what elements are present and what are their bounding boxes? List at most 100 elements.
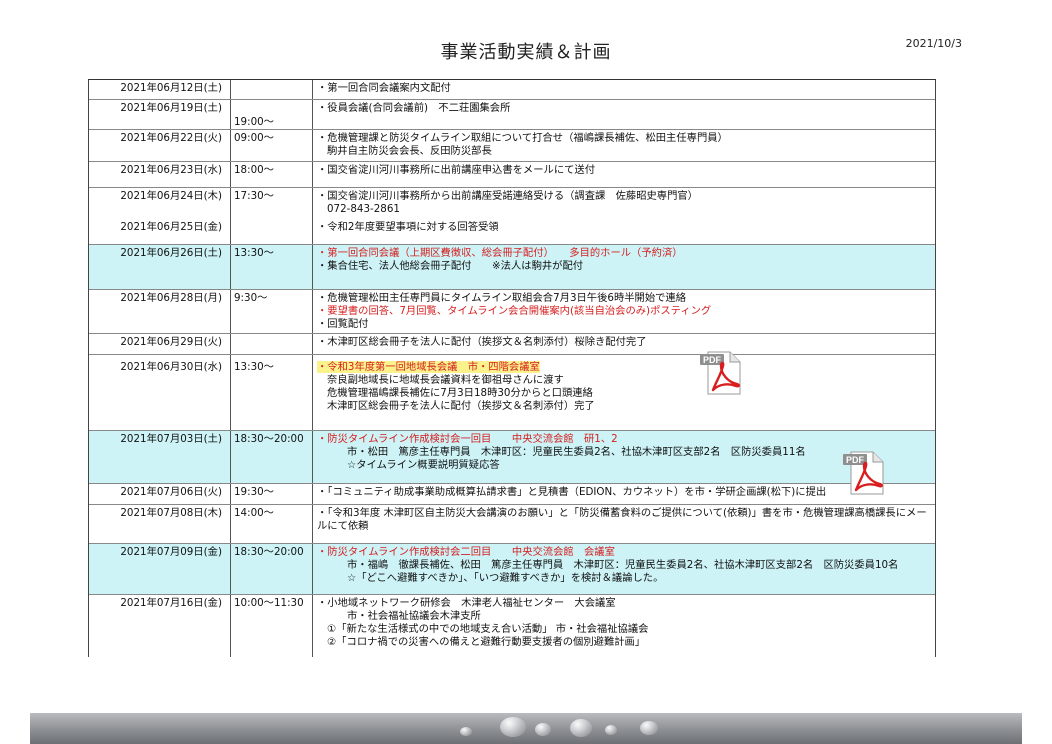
row-date: 2021年07月16日(金) — [89, 595, 231, 657]
row-line: ・「令和3年度 木津町区自主防災大会講演のお願い」と「防災備蓄食料のご提供につい… — [317, 507, 927, 532]
row-content: ・国交省淀川河川事務所から出前講座受諾連絡受ける（調査課 佐藤昭史専門官） 07… — [313, 188, 935, 219]
document-page: 事業活動実績＆計画 2021/10/3 2021年06月12日(土) ・第一回合… — [0, 0, 1052, 744]
pdf-file-icon[interactable]: PDF — [700, 350, 742, 396]
row-line: 市・松田 篤彦主任専門員 木津町区：児童民生委員2名、社協木津町区支部2名 区防… — [347, 446, 806, 458]
row-time: 09:00～ — [231, 130, 313, 161]
row-date: 2021年06月28日(月) — [89, 290, 231, 333]
row-date: 2021年07月06日(火) — [89, 484, 231, 504]
schedule-row: 2021年07月16日(金) 10:00～11:30 ・小地域ネットワーク研修会… — [89, 595, 935, 657]
schedule-row: 2021年06月26日(土) 13:30～ ・第一回合同会議（上期区費徴収、総会… — [89, 245, 935, 290]
schedule-row: 2021年07月06日(火) 19:30～ ・「コミュニティ助成事業助成概算払請… — [89, 484, 935, 505]
row-content: ・国交省淀川河川事務所に出前講座申込書をメールにて送付 — [313, 162, 935, 187]
decorative-bottom-band — [30, 713, 1022, 744]
row-time: 13:30～ — [231, 245, 313, 289]
row-date: 2021年06月26日(土) — [89, 245, 231, 289]
row-line: ①「新たな生活様式の中での地域支え合い活動」 市・社会福祉協議会 — [327, 623, 649, 635]
row-line: ・第一回合同会議案内文配付 — [317, 82, 451, 94]
row-line: ・危機管理松田主任専門員にタイムライン取組会合7月3日午後6時半開始で連絡 — [317, 292, 687, 304]
row-content: ・「コミュニティ助成事業助成概算払請求書」と見積書（EDION、カウネット）を市… — [313, 484, 935, 504]
row-line: 市・福嶋 徹課長補佐、松田 篤彦主任専門員 木津町区：児童民生委員2名、社協木津… — [347, 559, 899, 571]
row-line: ・危機管理課と防災タイムライン取組について打合せ（福嶋課長補佐、松田主任専門員） — [317, 132, 728, 144]
schedule-row: 2021年06月22日(火) 09:00～ ・危機管理課と防災タイムライン取組に… — [89, 130, 935, 162]
row-line: ・「コミュニティ助成事業助成概算払請求書」と見積書（EDION、カウネット）を市… — [317, 486, 827, 498]
row-line: 危機管理福嶋課長補佐に7月3日18時30分からと口頭連絡 — [327, 387, 593, 399]
row-content: ・役員会議(合同会議前) 不二荘園集会所 — [313, 100, 935, 129]
row-date: 2021年06月12日(土) — [89, 80, 231, 99]
pdf-label: PDF — [703, 355, 722, 365]
row-line: ・国交省淀川河川事務所から出前講座受諾連絡受ける（調査課 佐藤昭史専門官） — [317, 190, 698, 202]
schedule-table: 2021年06月12日(土) ・第一回合同会議案内文配付 2021年06月19日… — [88, 79, 936, 657]
row-time — [231, 334, 313, 354]
row-content: ・危機管理課と防災タイムライン取組について打合せ（福嶋課長補佐、松田主任専門員）… — [313, 130, 935, 161]
row-line: ☆「どこへ避難すべきか」、「いつ避難すべきか」を検討＆議論した。 — [347, 572, 664, 584]
row-date: 2021年07月08日(木) — [89, 505, 231, 543]
row-content: ・「令和3年度 木津町区自主防災大会講演のお願い」と「防災備蓄食料のご提供につい… — [313, 505, 935, 543]
schedule-row: 2021年06月23日(水) 18:00～ ・国交省淀川河川事務所に出前講座申込… — [89, 162, 935, 188]
schedule-row: 2021年06月12日(土) ・第一回合同会議案内文配付 — [89, 80, 935, 100]
row-content: ・第一回合同会議案内文配付 — [313, 80, 935, 99]
row-time — [231, 80, 313, 99]
row-time: 18:30～20:00 — [231, 544, 313, 594]
row-line: 奈良副地域長に地域長会議資料を御祖母さんに渡す — [327, 374, 564, 386]
row-time: 18:00～ — [231, 162, 313, 187]
row-date: 2021年07月03日(土) — [89, 431, 231, 483]
page-title: 事業活動実績＆計画 — [440, 42, 612, 63]
schedule-row: 2021年06月28日(月) 9:30～ ・危機管理松田主任専門員にタイムライン… — [89, 290, 935, 334]
row-content: ・防災タイムライン作成検討会二回目 中央交流会館 会議室 市・福嶋 徹課長補佐、… — [313, 544, 935, 594]
row-line: 市・社会福祉協議会木津支所 — [347, 610, 481, 622]
row-time — [231, 219, 313, 244]
highlighted-text: ・令和3年度第一回地域長会議 市・四階会議室 — [317, 361, 540, 373]
water-drop-decoration — [640, 721, 658, 735]
row-line: 木津町区総会冊子を法人に配付（挨拶文＆名刺添付）完了 — [327, 400, 595, 412]
row-line: ・木津町区総会冊子を法人に配付（挨拶文＆名刺添付）桜除き配付完了 — [317, 336, 647, 348]
schedule-row: 2021年06月29日(火) ・木津町区総会冊子を法人に配付（挨拶文＆名刺添付）… — [89, 334, 935, 355]
water-drop-decoration — [500, 717, 526, 737]
water-drop-decoration — [535, 723, 551, 736]
row-line: ②「コロナ禍での災害への備えと避難行動要支援者の個別避難計画」 — [327, 636, 646, 648]
row-time: 18:30～20:00 — [231, 431, 313, 483]
schedule-row: 2021年07月09日(金) 18:30～20:00 ・防災タイムライン作成検討… — [89, 544, 935, 595]
row-line: ・第一回合同会議（上期区費徴収、総会冊子配付） 多目的ホール（予約済） — [317, 247, 683, 259]
row-line: ・回覧配付 — [317, 318, 369, 330]
row-date: 2021年06月30日(水) — [89, 355, 231, 430]
schedule-row: 2021年06月24日(木) 17:30～ ・国交省淀川河川事務所から出前講座受… — [89, 188, 935, 219]
row-time: 13:30～ — [231, 355, 313, 430]
schedule-row: 2021年06月30日(水) 13:30～ ・令和3年度第一回地域長会議 市・四… — [89, 355, 935, 431]
row-content: ・小地域ネットワーク研修会 木津老人福祉センター 大会議室 市・社会福祉協議会木… — [313, 595, 935, 657]
row-time: 10:00～11:30 — [231, 595, 313, 657]
water-drop-decoration — [605, 725, 617, 735]
row-line: ・国交省淀川河川事務所に出前講座申込書をメールにて送付 — [317, 164, 596, 176]
schedule-row: 2021年07月03日(土) 18:30～20:00 ・防災タイムライン作成検討… — [89, 431, 935, 484]
pdf-file-icon[interactable]: PDF — [843, 450, 885, 496]
pdf-label: PDF — [846, 455, 865, 465]
row-line: ・令和3年度第一回地域長会議 市・四階会議室 — [317, 361, 929, 374]
row-content: ・木津町区総会冊子を法人に配付（挨拶文＆名刺添付）桜除き配付完了 — [313, 334, 935, 354]
row-line: 072-843-2861 — [327, 203, 400, 215]
schedule-row: 2021年06月19日(土) 19:00～ ・役員会議(合同会議前) 不二荘園集… — [89, 100, 935, 130]
water-drop-decoration — [460, 727, 472, 736]
row-time: 9:30～ — [231, 290, 313, 333]
schedule-row: 2021年06月25日(金) ・令和2年度要望事項に対する回答受領 — [89, 219, 935, 245]
row-content: ・令和3年度第一回地域長会議 市・四階会議室 奈良副地域長に地域長会議資料を御祖… — [313, 355, 935, 430]
row-line: ・小地域ネットワーク研修会 木津老人福祉センター 大会議室 — [317, 597, 616, 609]
row-content: ・令和2年度要望事項に対する回答受領 — [313, 219, 935, 244]
row-time: 19:00～ — [231, 100, 313, 129]
row-line: ・令和2年度要望事項に対する回答受領 — [317, 221, 499, 233]
row-line: ・防災タイムライン作成検討会二回目 中央交流会館 会議室 — [317, 546, 615, 558]
row-date: 2021年06月24日(木) — [89, 188, 231, 219]
row-line: ☆タイムライン概要説明質疑応答 — [347, 459, 500, 471]
row-date: 2021年06月29日(火) — [89, 334, 231, 354]
row-line: 駒井自主防災会会長、反田防災部長 — [327, 145, 492, 157]
row-line: ・役員会議(合同会議前) 不二荘園集会所 — [317, 102, 511, 114]
row-date: 2021年06月22日(火) — [89, 130, 231, 161]
water-drop-decoration — [570, 719, 592, 737]
row-date: 2021年06月23日(水) — [89, 162, 231, 187]
document-date: 2021/10/3 — [905, 37, 962, 50]
row-date: 2021年07月09日(金) — [89, 544, 231, 594]
row-date: 2021年06月25日(金) — [89, 219, 231, 244]
row-content: ・第一回合同会議（上期区費徴収、総会冊子配付） 多目的ホール（予約済） ・集合住… — [313, 245, 935, 289]
row-content: ・防災タイムライン作成検討会一回目 中央交流会館 研1、2 市・松田 篤彦主任専… — [313, 431, 935, 483]
row-date: 2021年06月19日(土) — [89, 100, 231, 129]
row-line: ・集合住宅、法人他総会冊子配付 ※法人は駒井が配付 — [317, 260, 584, 272]
row-time: 14:00～ — [231, 505, 313, 543]
